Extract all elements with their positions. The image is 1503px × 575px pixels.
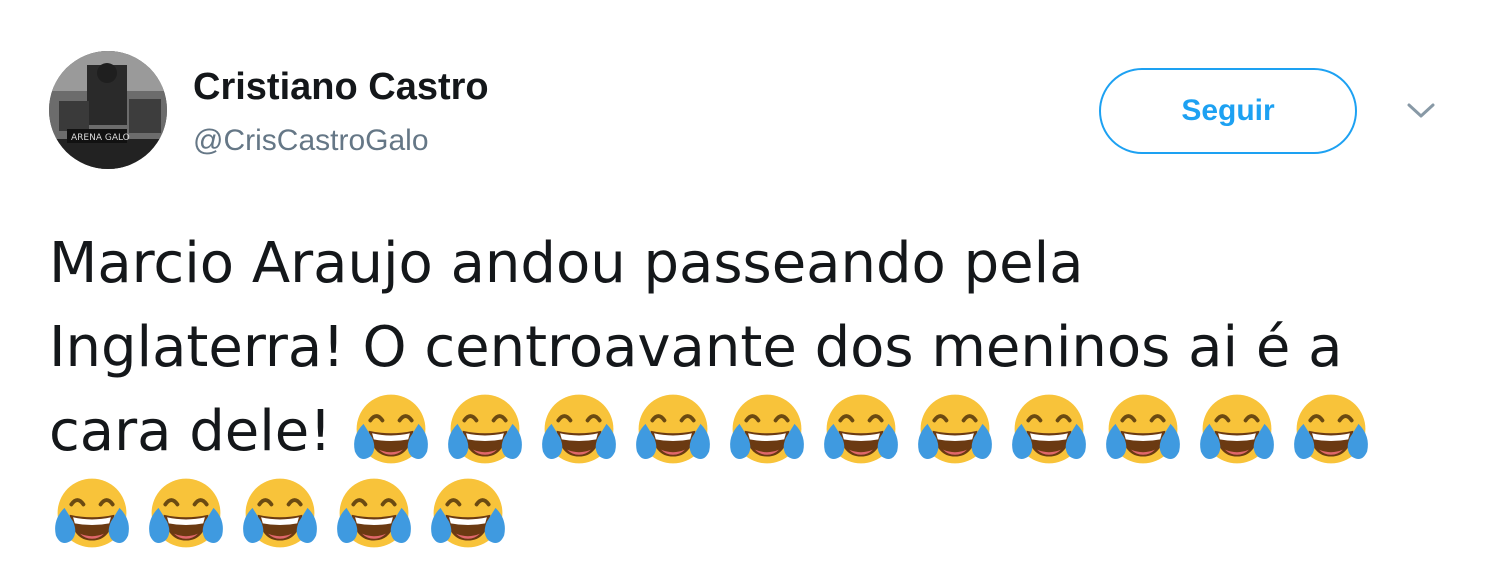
avatar-logo-text: ARENA GALO xyxy=(71,133,130,143)
face-with-tears-of-joy-icon xyxy=(823,394,898,464)
face-with-tears-of-joy-icon xyxy=(447,394,522,464)
face-with-tears-of-joy-icon xyxy=(149,478,223,548)
face-with-tears-of-joy-icon xyxy=(1293,394,1368,464)
face-with-tears-of-joy-icon xyxy=(55,478,129,548)
avatar-image: ARENA GALO xyxy=(49,51,167,169)
emoji-row xyxy=(348,386,1374,472)
display-name[interactable]: Cristiano Castro xyxy=(193,66,489,109)
face-with-tears-of-joy-icon xyxy=(431,478,505,548)
emoji-row xyxy=(49,470,511,556)
tweet-card: ARENA GALO Cristiano Castro @CrisCastroG… xyxy=(0,0,1503,575)
user-handle[interactable]: @CrisCastroGalo xyxy=(193,124,429,158)
tweet-text-line: Marcio Araujo andou passeando pela xyxy=(49,231,1084,296)
face-with-tears-of-joy-icon xyxy=(541,394,616,464)
tweet-text-line: Inglaterra! O centroavante dos meninos a… xyxy=(49,315,1343,380)
face-with-tears-of-joy-icon xyxy=(729,394,804,464)
follow-button[interactable]: Seguir xyxy=(1099,68,1357,154)
face-with-tears-of-joy-icon xyxy=(243,478,317,548)
face-with-tears-of-joy-icon xyxy=(1011,394,1086,464)
face-with-tears-of-joy-icon xyxy=(1105,394,1180,464)
tweet-text: Marcio Araujo andou passeando pela Ingla… xyxy=(49,222,1469,558)
face-with-tears-of-joy-icon xyxy=(635,394,710,464)
tweet-text-line: cara dele! xyxy=(49,390,1469,474)
avatar[interactable]: ARENA GALO xyxy=(49,51,167,169)
face-with-tears-of-joy-icon xyxy=(353,394,428,464)
face-with-tears-of-joy-icon xyxy=(1199,394,1274,464)
face-with-tears-of-joy-icon xyxy=(337,478,411,548)
face-with-tears-of-joy-icon xyxy=(917,394,992,464)
tweet-text-line xyxy=(49,474,1469,558)
chevron-down-icon[interactable] xyxy=(1405,100,1437,122)
tweet-text-fragment: cara dele! xyxy=(49,399,332,464)
